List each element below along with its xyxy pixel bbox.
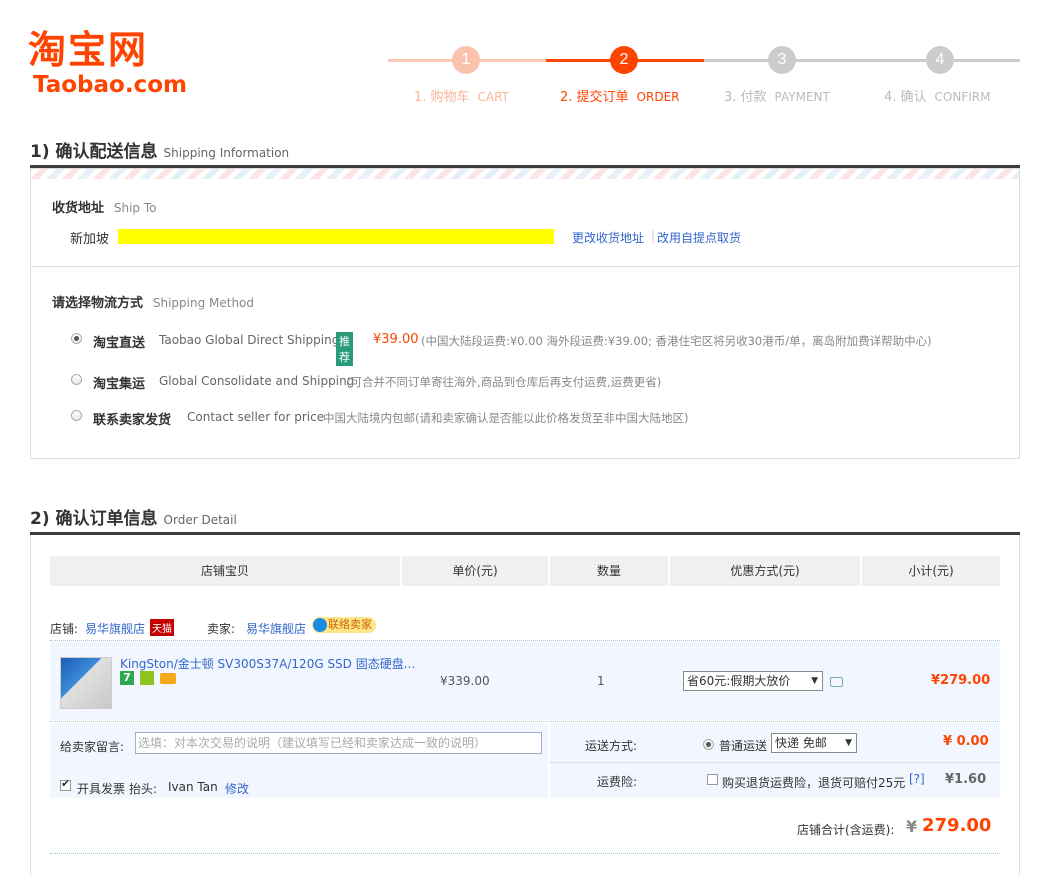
th-item: 店铺宝贝 (50, 556, 400, 586)
product-dotline (50, 721, 1000, 722)
self-pickup-link[interactable]: 改用自提点取货 (657, 229, 741, 246)
shop-label: 店铺: (50, 622, 79, 636)
taobao-logo-en[interactable]: Taobao.com (33, 72, 187, 98)
redacted-address (118, 229, 554, 244)
step-3-circle: 3 (768, 46, 796, 74)
insurance-label: 运费险: (597, 775, 638, 789)
invoice-title-label: 抬头: (129, 782, 158, 796)
guarantee-icon (140, 671, 154, 685)
shipping-section-title: 1) 确认配送信息 Shipping Information (30, 142, 290, 162)
th-subtotal: 小计(元) (862, 556, 1000, 586)
link-separator: | (651, 229, 656, 243)
seller-label: 卖家: (207, 622, 236, 636)
product-title-link[interactable]: KingSton/金士顿 SV300S37A/120G SSD 固态硬盘... (120, 655, 415, 672)
step-2-circle: 2 (610, 46, 638, 74)
insurance-checkbox[interactable] (707, 774, 718, 785)
contact-seller-button[interactable]: 联络卖家 (312, 617, 376, 633)
discount-select[interactable]: 省60元:假期大放价 ▼ (683, 671, 823, 691)
invoice-checkbox[interactable]: ✔ (60, 777, 71, 791)
airmail-stripe (31, 169, 1019, 179)
radio-normal-delivery[interactable] (703, 739, 714, 750)
step-1-label: 1. 购物车 CART (414, 90, 509, 105)
shop-name-link[interactable]: 易华旗舰店 (85, 620, 145, 637)
radio-consolidate[interactable] (71, 374, 82, 385)
checkmark-icon: ✔ (61, 777, 71, 790)
shipping-divider (31, 266, 1019, 267)
ship-to-country: 新加坡 (70, 232, 110, 247)
chevron-down-icon: ▼ (845, 738, 852, 748)
order-section-title: 2) 确认订单信息 Order Detail (30, 509, 237, 529)
product-row (50, 642, 1000, 720)
step-4-circle: 4 (926, 46, 954, 74)
credit-card-icon (160, 673, 176, 684)
tmall-icon[interactable]: 天猫 (150, 619, 174, 636)
delivery-fee: ¥ 0.00 (943, 734, 989, 749)
delivery-inner-divider (550, 762, 1000, 763)
product-qty: 1 (597, 674, 605, 688)
product-thumbnail[interactable] (60, 657, 112, 709)
change-address-link[interactable]: 更改收货地址 (572, 229, 644, 246)
seven-day-return-icon: 7 (120, 671, 134, 685)
taobao-logo-cn[interactable]: 淘宝网 (28, 28, 148, 72)
step-3-label: 3. 付款 PAYMENT (724, 90, 830, 105)
invoice-label: 开具发票 (77, 782, 126, 796)
step-4-label: 4. 确认 CONFIRM (884, 90, 991, 105)
step-line-3 (704, 59, 1020, 62)
insurance-fee: ¥1.60 (945, 772, 987, 787)
shipping-method-heading: 请选择物流方式 Shipping Method (52, 296, 255, 311)
shop-dotline (50, 640, 1000, 641)
shop-total-amount: 279.00 (922, 815, 992, 836)
delivery-option: 普通运送 (719, 739, 768, 753)
radio-direct[interactable] (71, 333, 82, 344)
step-1-circle: 1 (452, 46, 480, 74)
step-2-label: 2. 提交订单 ORDER (560, 90, 680, 105)
radio-contact-seller[interactable] (71, 410, 82, 421)
product-subtotal: ¥279.00 (931, 673, 991, 688)
direct-shipping-price: ¥39.00 (373, 332, 419, 347)
chevron-down-icon: ▼ (811, 676, 818, 686)
product-unit-price: ¥339.00 (440, 674, 490, 688)
insurance-help-link[interactable]: [?] (909, 772, 925, 786)
recommended-badge: 推荐 (336, 332, 353, 366)
discount-info-icon[interactable] (830, 677, 843, 687)
th-discount: 优惠方式(元) (670, 556, 860, 586)
delivery-select[interactable]: 快递 免邮 ▼ (771, 733, 857, 753)
message-label: 给卖家留言: (60, 740, 125, 754)
chat-icon (313, 618, 327, 632)
insurance-text: 购买退货运费险，退货可赔付25元 (722, 776, 906, 790)
th-unit-price: 单价(元) (402, 556, 548, 586)
delivery-label: 运送方式: (585, 739, 638, 753)
seller-name-link[interactable]: 易华旗舰店 (246, 620, 306, 637)
th-qty: 数量 (550, 556, 668, 586)
shop-total-label: 店铺合计(含运费): (797, 823, 895, 837)
ship-to-heading: 收货地址 Ship To (52, 201, 157, 216)
total-dotline (50, 853, 1000, 854)
shop-total-currency: ¥ (906, 817, 918, 836)
invoice-name: Ivan Tan (168, 780, 218, 794)
invoice-edit-link[interactable]: 修改 (225, 780, 249, 797)
seller-message-input[interactable]: 选填：对本次交易的说明（建议填写已经和卖家达成一致的说明） (135, 732, 542, 754)
